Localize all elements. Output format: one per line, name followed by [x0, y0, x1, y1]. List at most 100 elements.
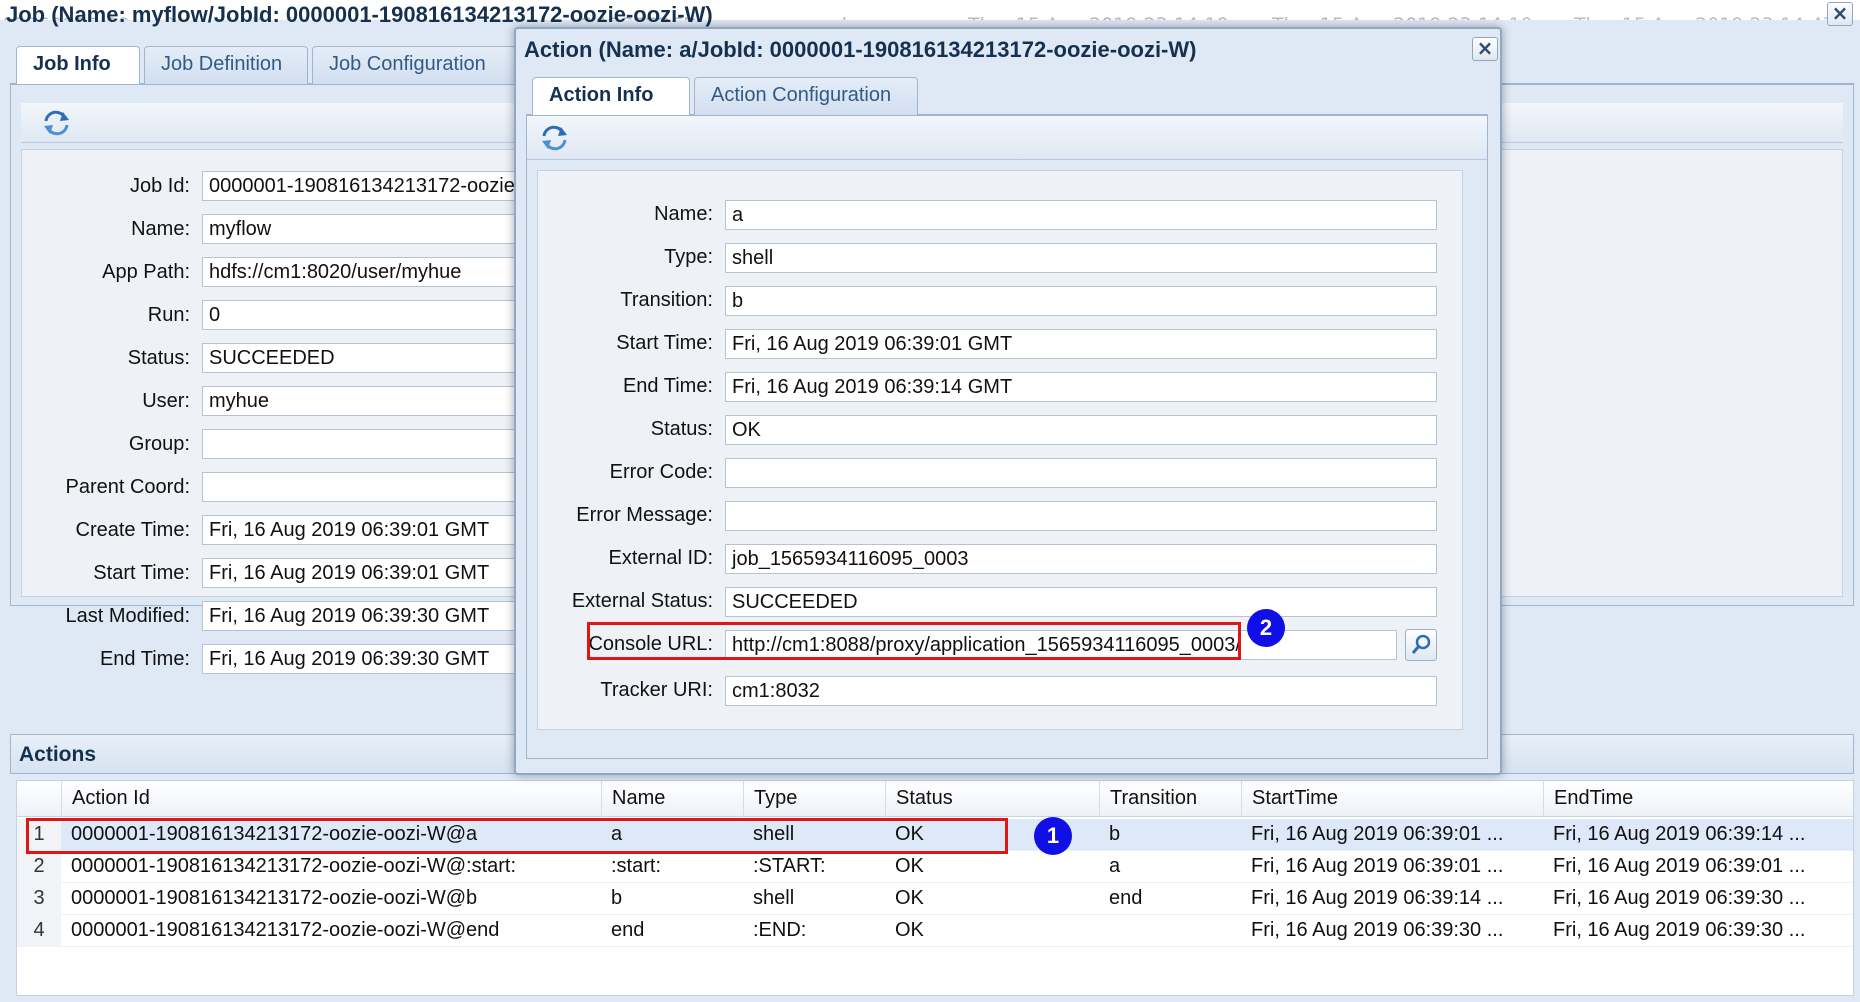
- last-modified-label: Last Modified:: [65, 605, 190, 627]
- table-row[interactable]: 2 0000001-190816134213172-oozie-oozi-W@:…: [17, 851, 1853, 883]
- cell-endtime: Fri, 16 Aug 2019 06:39:01 ...: [1553, 855, 1806, 877]
- external-status-label: External Status:: [571, 590, 713, 612]
- cell-type: :START:: [753, 855, 826, 877]
- column-header-starttime[interactable]: StartTime: [1241, 781, 1543, 817]
- error-message-field[interactable]: [725, 501, 1437, 531]
- error-code-label: Error Code:: [609, 461, 713, 483]
- action-tabbar: Action Info Action Configuration: [526, 71, 1488, 117]
- job-id-label: Job Id:: [129, 175, 190, 197]
- tab-job-configuration[interactable]: Job Configuration: [312, 46, 516, 84]
- action-window-title: Action (Name: a/JobId: 0000001-190816134…: [524, 37, 1197, 62]
- cell-name: :start:: [611, 855, 662, 877]
- cell-type: :END:: [753, 919, 807, 941]
- refresh-icon[interactable]: [539, 124, 571, 152]
- cell-starttime: Fri, 16 Aug 2019 06:39:14 ...: [1251, 887, 1504, 909]
- tracker-uri-field[interactable]: cm1:8032: [725, 676, 1437, 706]
- error-message-label: Error Message:: [576, 504, 713, 526]
- action-info-toolbar: [527, 116, 1487, 160]
- job-end-time-label: End Time:: [99, 648, 190, 670]
- external-status-field[interactable]: SUCCEEDED: [725, 587, 1437, 617]
- job-status-label: Status:: [127, 347, 190, 369]
- close-icon: ×: [1831, 1, 1849, 25]
- action-status-field[interactable]: OK: [725, 415, 1437, 445]
- annotation-badge-1: 1: [1034, 817, 1072, 855]
- column-header-type[interactable]: Type: [743, 781, 885, 817]
- create-time-label: Create Time:: [75, 519, 190, 541]
- group-field[interactable]: [202, 429, 522, 459]
- cell-status: OK: [895, 855, 924, 877]
- tab-label: Action Configuration: [711, 84, 892, 106]
- cell-name: b: [611, 887, 623, 909]
- job-name-field[interactable]: myflow: [202, 214, 522, 244]
- group-label: Group:: [128, 433, 190, 455]
- cell-transition: end: [1109, 887, 1143, 909]
- action-transition-field[interactable]: b: [725, 286, 1437, 316]
- row-highlight-box: [26, 818, 1008, 854]
- cell-transition: [1099, 915, 1241, 947]
- run-label: Run:: [147, 304, 190, 326]
- row-number: 2: [17, 851, 61, 883]
- actions-grid: Action Id Name Type Status Transition St…: [16, 780, 1854, 996]
- app-path-label: App Path:: [102, 261, 190, 283]
- column-header-rownum: [17, 781, 61, 817]
- job-end-time-field[interactable]: Fri, 16 Aug 2019 06:39:30 GMT: [202, 644, 522, 674]
- user-label: User:: [142, 390, 190, 412]
- cell-transition: a: [1109, 855, 1121, 877]
- app-path-field[interactable]: hdfs://cm1:8020/user/myhue: [202, 257, 522, 287]
- table-row[interactable]: 3 0000001-190816134213172-oozie-oozi-W@b…: [17, 883, 1853, 915]
- refresh-icon[interactable]: [41, 109, 73, 137]
- action-window-close-button[interactable]: ×: [1472, 37, 1498, 61]
- job-window-title: Job (Name: myflow/JobId: 0000001-1908161…: [6, 2, 713, 27]
- column-header-name[interactable]: Name: [601, 781, 743, 817]
- cell-transition: b: [1109, 823, 1121, 845]
- parent-coord-label: Parent Coord:: [65, 476, 190, 498]
- action-end-time-label: End Time:: [622, 375, 713, 397]
- tab-label: Job Configuration: [329, 53, 486, 75]
- parent-coord-field[interactable]: [202, 472, 522, 502]
- row-number: 4: [17, 915, 61, 947]
- job-window-close-button[interactable]: ×: [1827, 2, 1853, 26]
- action-type-field[interactable]: shell: [725, 243, 1437, 273]
- cell-action-id: 0000001-190816134213172-oozie-oozi-W@end: [71, 919, 500, 941]
- tab-label: Job Definition: [161, 53, 283, 75]
- tab-action-configuration[interactable]: Action Configuration: [694, 77, 918, 115]
- user-field[interactable]: myhue: [202, 386, 522, 416]
- job-status-field[interactable]: SUCCEEDED: [202, 343, 522, 373]
- action-info-panel: Name: a Type: shell Transition: b Start …: [526, 115, 1488, 759]
- run-field[interactable]: 0: [202, 300, 522, 330]
- column-header-action-id[interactable]: Action Id: [61, 781, 601, 817]
- cell-action-id: 0000001-190816134213172-oozie-oozi-W@b: [71, 887, 478, 909]
- column-header-endtime[interactable]: EndTime: [1543, 781, 1855, 817]
- error-code-field[interactable]: [725, 458, 1437, 488]
- external-id-label: External ID:: [608, 547, 713, 569]
- tab-job-info[interactable]: Job Info: [16, 46, 140, 86]
- row-number: 3: [17, 883, 61, 915]
- tab-label: Job Info: [33, 53, 111, 75]
- action-start-time-label: Start Time:: [616, 332, 713, 354]
- console-url-open-button[interactable]: [1405, 629, 1437, 661]
- column-header-transition[interactable]: Transition: [1099, 781, 1241, 817]
- create-time-field[interactable]: Fri, 16 Aug 2019 06:39:01 GMT: [202, 515, 522, 545]
- cell-action-id: 0000001-190816134213172-oozie-oozi-W@:st…: [71, 855, 517, 877]
- tab-action-info[interactable]: Action Info: [532, 77, 690, 117]
- action-start-time-field[interactable]: Fri, 16 Aug 2019 06:39:01 GMT: [725, 329, 1437, 359]
- last-modified-field[interactable]: Fri, 16 Aug 2019 06:39:30 GMT: [202, 601, 522, 631]
- action-window: Action (Name: a/JobId: 0000001-190816134…: [514, 27, 1502, 775]
- actions-grid-header: Action Id Name Type Status Transition St…: [17, 781, 1853, 817]
- external-id-field[interactable]: job_1565934116095_0003: [725, 544, 1437, 574]
- action-status-label: Status:: [650, 418, 713, 440]
- table-row[interactable]: 4 0000001-190816134213172-oozie-oozi-W@e…: [17, 915, 1853, 947]
- cell-status: OK: [895, 919, 924, 941]
- action-transition-label: Transition:: [620, 289, 713, 311]
- job-id-field[interactable]: 0000001-190816134213172-oozie-oozi-W: [202, 171, 522, 201]
- console-url-highlight-box: [587, 622, 1241, 660]
- annotation-badge-2: 2: [1247, 609, 1285, 647]
- action-name-field[interactable]: a: [725, 200, 1437, 230]
- job-start-time-field[interactable]: Fri, 16 Aug 2019 06:39:01 GMT: [202, 558, 522, 588]
- column-header-status[interactable]: Status: [885, 781, 1099, 817]
- cell-endtime: Fri, 16 Aug 2019 06:39:14 ...: [1553, 823, 1806, 845]
- action-end-time-field[interactable]: Fri, 16 Aug 2019 06:39:14 GMT: [725, 372, 1437, 402]
- cell-endtime: Fri, 16 Aug 2019 06:39:30 ...: [1553, 919, 1806, 941]
- tab-job-definition[interactable]: Job Definition: [144, 46, 308, 84]
- cell-name: end: [611, 919, 645, 941]
